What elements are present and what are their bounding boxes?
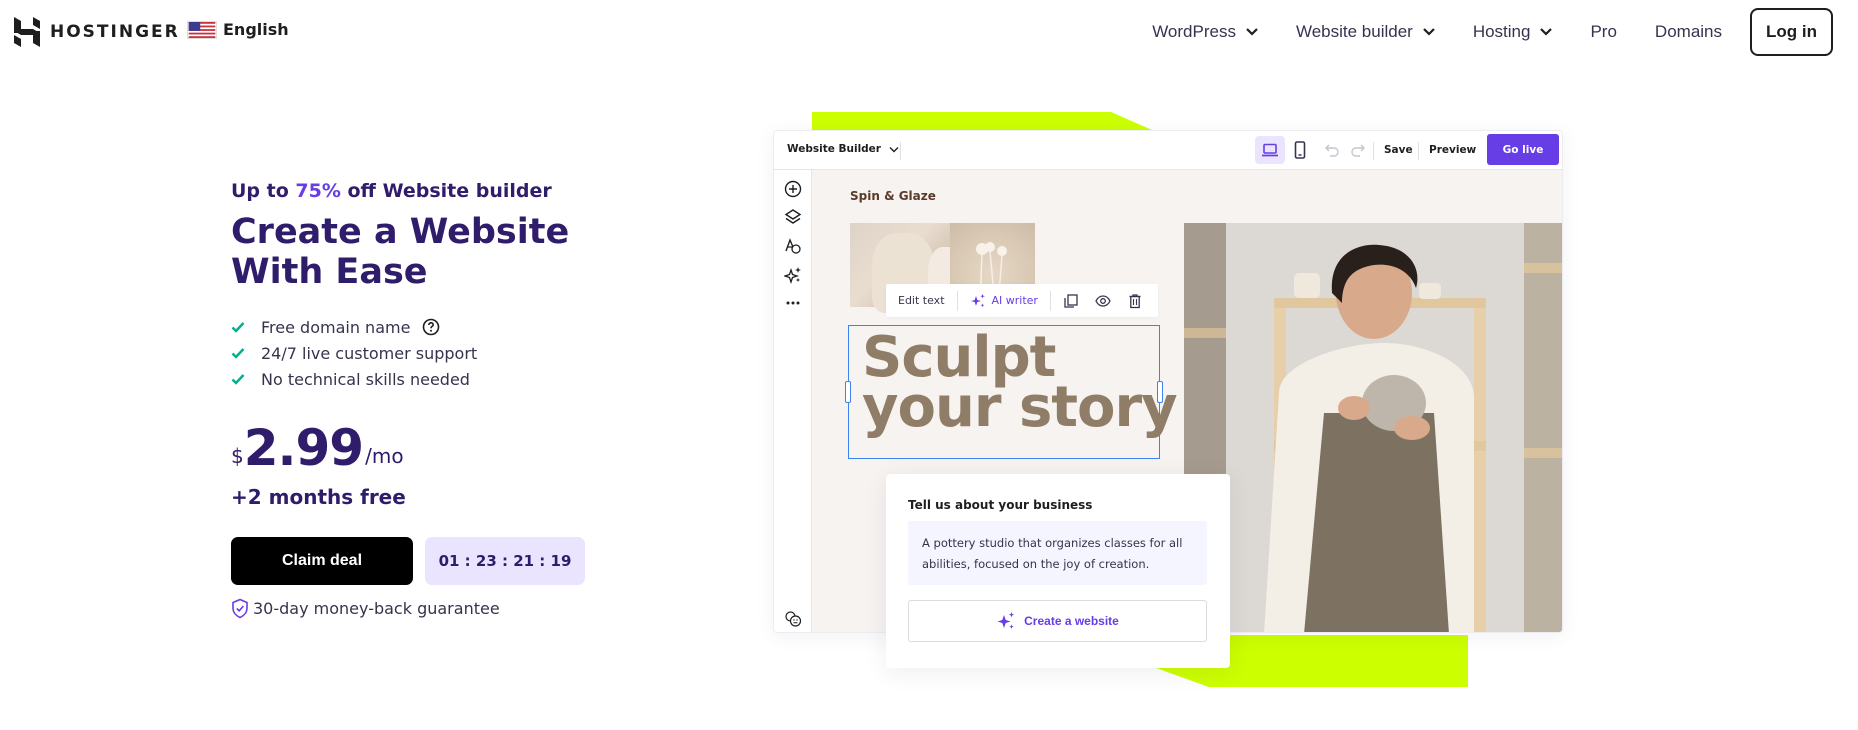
toolbar-divider (1049, 290, 1051, 311)
hostinger-logo-icon (14, 17, 40, 47)
mobile-view-button[interactable] (1285, 136, 1315, 164)
nav-pro-label: Pro (1590, 22, 1617, 41)
builder-toolbar: Website Builder Save Preview Go live (774, 131, 1562, 170)
undo-icon[interactable] (1324, 142, 1340, 158)
login-button[interactable]: Log in (1750, 8, 1833, 56)
chevron-down-icon (1540, 28, 1553, 36)
feature-item: No technical skills needed (231, 366, 731, 392)
site-name: Spin & Glaze (850, 189, 936, 203)
go-live-button[interactable]: Go live (1487, 134, 1559, 165)
create-website-label: Create a website (1024, 614, 1119, 628)
edit-text-button[interactable]: Edit text (898, 294, 945, 307)
price: $ 2.99 /mo (231, 420, 404, 476)
page-title: Create a Website With Ease (231, 212, 570, 292)
promo-prefix: Up to (231, 180, 296, 202)
promo-text: Up to 75% off Website builder (231, 180, 731, 202)
shield-check-icon (232, 598, 248, 619)
builder-menu[interactable]: Website Builder (787, 143, 899, 155)
countdown-timer: 01 : 23 : 21 : 19 (425, 537, 585, 585)
help-circle-icon[interactable] (422, 318, 440, 336)
guarantee-label: 30-day money-back guarantee (253, 599, 500, 618)
nav-hosting[interactable]: Hosting (1473, 22, 1553, 42)
feedback-icon[interactable] (784, 610, 802, 628)
card-title: Tell us about your business (908, 498, 1093, 512)
styles-icon[interactable] (784, 237, 802, 255)
ai-writer-label: AI writer (991, 294, 1038, 307)
feature-label: Free domain name (261, 317, 411, 337)
save-button[interactable]: Save (1384, 144, 1413, 156)
header: HOSTINGER English WordPress Website buil… (0, 0, 1858, 64)
toolbar-divider (900, 142, 901, 160)
create-website-button[interactable]: Create a website (908, 600, 1207, 642)
price-period: /mo (365, 444, 404, 468)
nav-website-builder[interactable]: Website builder (1296, 22, 1435, 42)
mobile-icon (1294, 141, 1306, 159)
bonus-text: +2 months free (231, 485, 406, 509)
promo-suffix: off Website builder (340, 180, 552, 202)
check-icon (231, 322, 245, 333)
feature-item: Free domain name (231, 314, 731, 340)
language-label: English (223, 20, 289, 39)
check-icon (231, 348, 245, 359)
ai-tools-icon[interactable] (784, 266, 802, 284)
nav-hosting-label: Hosting (1472, 22, 1531, 41)
headline-line-2: your story (862, 375, 1178, 440)
sparkle-icon (997, 612, 1015, 629)
feature-list: Free domain name 24/7 live customer supp… (231, 314, 731, 392)
price-amount: 2.99 (243, 419, 364, 477)
check-icon (231, 374, 245, 385)
layers-icon[interactable] (784, 208, 802, 226)
nav-website-builder-label: Website builder (1295, 22, 1413, 41)
preview-button[interactable]: Preview (1429, 144, 1476, 156)
price-currency: $ (231, 444, 244, 468)
ai-writer-button[interactable]: AI writer (970, 293, 1038, 309)
toolbar-divider (956, 290, 958, 311)
money-back-guarantee: 30-day money-back guarantee (231, 598, 500, 619)
add-element-icon[interactable] (784, 180, 802, 198)
claim-deal-button[interactable]: Claim deal (231, 537, 413, 585)
text-edit-toolbar: Edit text AI writer (886, 284, 1158, 317)
hostinger-logo[interactable]: HOSTINGER (14, 17, 180, 47)
toolbar-divider (1418, 142, 1419, 160)
chevron-down-icon (889, 146, 899, 152)
nav-wordpress[interactable]: WordPress (1152, 22, 1258, 42)
laptop-icon (1262, 143, 1278, 157)
us-flag-icon (187, 20, 217, 39)
nav-wordpress-label: WordPress (1152, 22, 1236, 41)
site-headline: Sculpt your story (862, 330, 1178, 440)
feature-label: 24/7 live customer support (261, 343, 478, 363)
builder-sidebar (774, 170, 812, 632)
sparkle-icon (970, 293, 985, 307)
language-selector[interactable]: English (187, 20, 289, 39)
nav-domains-label: Domains (1654, 22, 1723, 41)
visibility-eye-icon[interactable] (1095, 293, 1111, 309)
more-options-icon[interactable] (784, 294, 802, 312)
nav-pro[interactable]: Pro (1590, 22, 1616, 42)
toolbar-divider (1373, 142, 1374, 160)
feature-item: 24/7 live customer support (231, 340, 731, 366)
potter-photo (1184, 223, 1562, 632)
desktop-view-button[interactable] (1255, 136, 1285, 164)
page: HOSTINGER English WordPress Website buil… (0, 0, 1858, 730)
resize-handle-left[interactable] (845, 381, 851, 403)
chevron-down-icon (1423, 28, 1435, 36)
promo-discount: 75% (295, 180, 341, 202)
chevron-down-icon (1246, 28, 1258, 36)
builder-title: Website Builder (787, 143, 881, 155)
decorative-lime-shape (812, 112, 1152, 130)
trash-icon[interactable] (1127, 293, 1143, 309)
redo-icon[interactable] (1350, 142, 1366, 158)
ai-business-card: Tell us about your business A pottery st… (886, 474, 1230, 668)
brand-name: HOSTINGER (50, 22, 180, 42)
duplicate-icon[interactable] (1063, 293, 1079, 309)
business-description-input[interactable]: A pottery studio that organizes classes … (908, 521, 1207, 585)
hero-section: Up to 75% off Website builder Create a W… (231, 180, 731, 392)
main-nav: WordPress Website builder Hosting Pro Do… (1114, 8, 1833, 56)
nav-domains[interactable]: Domains (1655, 22, 1722, 42)
feature-label: No technical skills needed (261, 369, 470, 389)
